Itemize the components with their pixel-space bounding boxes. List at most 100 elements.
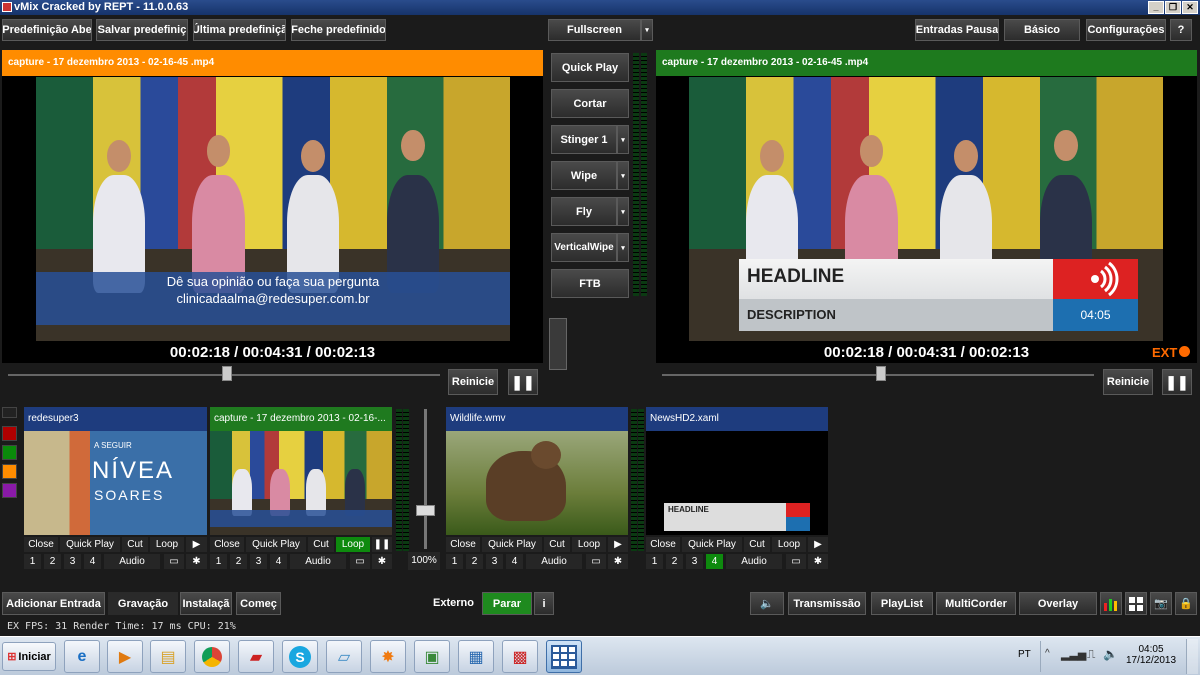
transition-cut-button[interactable]: Cortar [551,89,629,118]
transition-quickplay-button[interactable]: Quick Play [551,53,629,82]
vmix-taskbar-icon[interactable] [546,640,582,673]
tbar-slider[interactable] [549,318,567,370]
multiview-icon[interactable] [1125,592,1147,615]
input-3-quickplay-button[interactable]: Quick Play [482,537,542,552]
fullscreen-button[interactable]: Fullscreen [548,19,641,41]
input-4-overlay-3[interactable]: 3 [686,554,703,569]
input-4-close-button[interactable]: Close [646,537,680,552]
input-2-audio-button[interactable]: Audio [290,554,346,569]
master-volume-track[interactable] [424,409,427,549]
input-2-close-button[interactable]: Close [210,537,244,552]
verticalwipe-dropdown-icon[interactable]: ▾ [617,233,629,262]
input-1-audio-button[interactable]: Audio [104,554,160,569]
input-2-loop-button[interactable]: Loop [336,537,370,552]
chrome-icon[interactable] [194,640,230,673]
output-seek-handle[interactable] [876,366,886,381]
input-1-monitor-icon[interactable]: ▭ [164,554,184,569]
color-tag-red[interactable] [2,426,17,441]
preset-save-button[interactable]: Salvar predefiniç [96,19,188,41]
tray-expand-icon[interactable]: ^ [1045,648,1050,659]
help-button[interactable]: ? [1170,19,1192,41]
input-2-quickplay-button[interactable]: Quick Play [246,537,306,552]
wipe-dropdown-icon[interactable]: ▾ [617,161,629,190]
show-desktop-button[interactable] [1186,639,1198,674]
input-2-cut-button[interactable]: Cut [308,537,334,552]
maximize-icon[interactable]: ❐ [1165,1,1181,14]
install-button[interactable]: Instalaçã [180,592,232,615]
transition-stinger-button[interactable]: Stinger 1 [551,125,617,154]
input-1-thumbnail[interactable]: A SEGUIR NÍVEA SOARES [24,431,207,535]
input-1-title[interactable]: redesuper3 [24,407,207,431]
input-3-title[interactable]: Wildlife.wmv [446,407,628,431]
input-3-overlay-2[interactable]: 2 [466,554,483,569]
preset-close-button[interactable]: Feche predefinido [291,19,386,41]
input-4-cut-button[interactable]: Cut [744,537,770,552]
usb-drive-icon[interactable]: ▰ [238,640,274,673]
settings-button[interactable]: Configurações [1086,19,1166,41]
windows-start-button[interactable]: ⊞ Iniciar [2,642,56,671]
multicorder-button[interactable]: MultiCorder [936,592,1016,615]
color-tag-none[interactable] [2,407,17,418]
volume-tray-icon[interactable]: 🔈 [1103,647,1118,661]
transition-verticalwipe-button[interactable]: VerticalWipe [551,233,617,262]
fly-dropdown-icon[interactable]: ▾ [617,197,629,226]
language-indicator[interactable]: PT [1018,649,1031,660]
media-player-icon[interactable]: ▶ [107,640,143,673]
skype-icon[interactable]: S [282,640,318,673]
avast-icon[interactable]: ✸ [370,640,406,673]
input-2-overlay-2[interactable]: 2 [230,554,247,569]
input-2-overlay-4[interactable]: 4 [270,554,287,569]
input-3-loop-button[interactable]: Loop [572,537,606,552]
input-2-settings-icon[interactable]: ✱ [372,554,392,569]
overlay-button[interactable]: Overlay [1019,592,1097,615]
input-3-monitor-icon[interactable]: ▭ [586,554,606,569]
recording-button[interactable]: Gravação [108,592,178,615]
input-4-play-icon[interactable]: ▶ [808,537,828,552]
input-3-play-icon[interactable]: ▶ [608,537,628,552]
input-3-overlay-3[interactable]: 3 [486,554,503,569]
basic-mode-button[interactable]: Básico [1004,19,1080,41]
lock-icon[interactable]: 🔒 [1175,592,1197,615]
input-4-audio-button[interactable]: Audio [726,554,782,569]
network-icon[interactable]: ▂▃▅ [1061,648,1086,661]
input-4-title[interactable]: NewsHD2.xaml [646,407,828,431]
input-2-title[interactable]: capture - 17 dezembro 2013 - 02-16-... [210,407,392,431]
usb-tray-icon[interactable]: ⎍ [1087,647,1095,662]
input-3-thumbnail[interactable] [446,431,628,535]
input-2-pause-icon[interactable]: ❚❚ [372,537,392,552]
input-1-overlay-3[interactable]: 3 [64,554,81,569]
transition-wipe-button[interactable]: Wipe [551,161,617,190]
input-1-overlay-4[interactable]: 4 [84,554,101,569]
audio-mixer-icon[interactable] [1100,592,1122,615]
input-3-settings-icon[interactable]: ✱ [608,554,628,569]
input-1-overlay-1[interactable]: 1 [24,554,41,569]
color-tag-purple[interactable] [2,483,17,498]
input-1-quickplay-button[interactable]: Quick Play [60,537,120,552]
stop-external-button[interactable]: Parar [482,592,532,615]
input-3-close-button[interactable]: Close [446,537,480,552]
input-4-overlay-1[interactable]: 1 [646,554,663,569]
input-2-monitor-icon[interactable]: ▭ [350,554,370,569]
color-tag-orange[interactable] [2,464,17,479]
control-panel-icon[interactable]: ▦ [458,640,494,673]
external-info-button[interactable]: i [534,592,554,615]
input-3-overlay-4[interactable]: 4 [506,554,523,569]
input-4-settings-icon[interactable]: ✱ [808,554,828,569]
input-4-quickplay-button[interactable]: Quick Play [682,537,742,552]
pause-inputs-button[interactable]: Entradas Pausa [915,19,999,41]
preview-restart-button[interactable]: Reinicie [448,369,498,395]
minimize-icon[interactable]: _ [1148,1,1164,14]
preset-open-button[interactable]: Predefinição Abe [2,19,92,41]
input-1-cut-button[interactable]: Cut [122,537,148,552]
toolbox-icon[interactable]: ▩ [502,640,538,673]
input-4-monitor-icon[interactable]: ▭ [786,554,806,569]
input-3-audio-button[interactable]: Audio [526,554,582,569]
input-3-cut-button[interactable]: Cut [544,537,570,552]
input-4-overlay-4[interactable]: 4 [706,554,723,569]
preview-seek-handle[interactable] [222,366,232,381]
add-input-button[interactable]: Adicionar Entrada [2,592,105,615]
input-4-loop-button[interactable]: Loop [772,537,806,552]
input-4-overlay-2[interactable]: 2 [666,554,683,569]
preset-last-button[interactable]: Última predefiniçã [193,19,286,41]
input-1-play-icon[interactable]: ▶ [186,537,207,552]
